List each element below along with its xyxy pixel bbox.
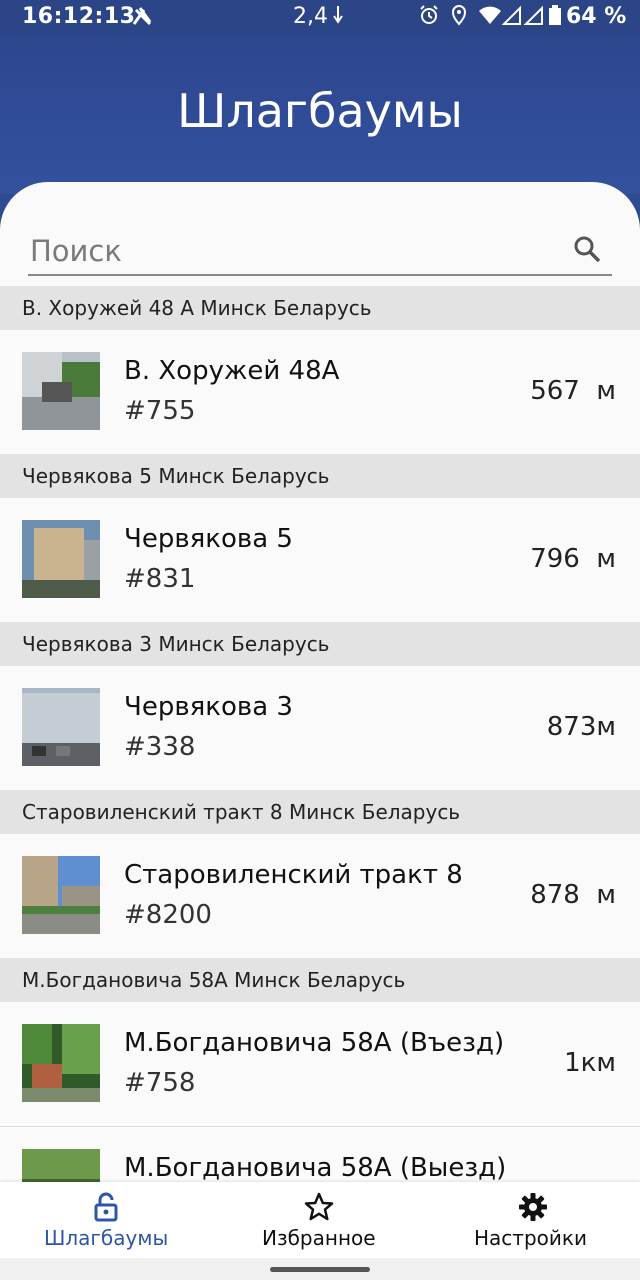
nav-settings-label: Настройки xyxy=(474,1226,587,1250)
item-distance: 1км xyxy=(564,1048,616,1078)
search-bar xyxy=(28,226,612,276)
app-header: Шлагбаумы xyxy=(0,34,640,194)
list-item[interactable]: В. Хоружей 48А #755 567 м xyxy=(0,330,640,454)
search-input[interactable] xyxy=(28,230,552,272)
item-number: #8200 xyxy=(124,900,212,930)
location-photo xyxy=(22,520,100,598)
location-photo xyxy=(22,856,100,934)
item-distance: 878 м xyxy=(530,880,616,910)
location-photo xyxy=(22,352,100,430)
item-name: М.Богдановича 58А (Выезд) xyxy=(124,1153,507,1182)
search-icon[interactable] xyxy=(572,234,602,264)
battery-icon xyxy=(548,4,562,32)
item-number: #338 xyxy=(124,732,196,762)
gear-icon xyxy=(518,1192,548,1222)
nav-favorites[interactable]: Избранное xyxy=(212,1182,426,1258)
item-name: Старовиленский тракт 8 xyxy=(124,860,463,890)
group-header: Старовиленский тракт 8 Минск Беларусь xyxy=(0,790,640,834)
status-bar: 16:12:13 2,4 64 % xyxy=(0,0,640,34)
page-title: Шлагбаумы xyxy=(177,84,463,138)
gesture-bar xyxy=(0,1258,640,1280)
list-item[interactable]: М.Богдановича 58А (Выезд) xyxy=(0,1127,640,1182)
nav-barriers-label: Шлагбаумы xyxy=(44,1226,169,1250)
item-distance: 873м xyxy=(546,712,616,742)
item-name: М.Богдановича 58А (Въезд) xyxy=(124,1028,505,1058)
list-item[interactable]: Старовиленский тракт 8 #8200 878 м xyxy=(0,834,640,958)
star-icon xyxy=(304,1192,334,1222)
item-name: В. Хоружей 48А xyxy=(124,356,340,386)
network-speed: 2,4 xyxy=(293,4,328,29)
item-distance: 567 м xyxy=(530,376,616,406)
nav-barriers[interactable]: Шлагбаумы xyxy=(0,1182,212,1258)
list-item[interactable]: М.Богдановича 58А (Въезд) #758 1км xyxy=(0,1002,640,1127)
battery-level: 64 % xyxy=(566,4,627,29)
group-header: Червякова 5 Минск Беларусь xyxy=(0,454,640,498)
item-number: #831 xyxy=(124,564,196,594)
alarm-icon xyxy=(418,4,440,32)
data-arrows-icon xyxy=(332,4,344,32)
location-icon xyxy=(450,4,468,32)
item-distance: 796 м xyxy=(530,544,616,574)
list-item[interactable]: Червякова 5 #831 796 м xyxy=(0,498,640,622)
item-number: #755 xyxy=(124,396,196,426)
nav-settings[interactable]: Настройки xyxy=(426,1182,640,1258)
group-header: Червякова 3 Минск Беларусь xyxy=(0,622,640,666)
item-name: Червякова 3 xyxy=(124,692,293,722)
list-item[interactable]: Червякова 3 #338 873м xyxy=(0,666,640,790)
lock-icon xyxy=(91,1192,121,1222)
status-time: 16:12:13 xyxy=(22,4,136,29)
barrier-list: В. Хоружей 48 А Минск Беларусь В. Хоруже… xyxy=(0,286,640,1182)
location-photo xyxy=(22,1024,100,1102)
bottom-navigation: Шлагбаумы Избранное Настройки xyxy=(0,1182,640,1258)
location-photo xyxy=(22,1149,100,1182)
item-number: #758 xyxy=(124,1068,196,1098)
signal-icon xyxy=(501,4,546,32)
nav-favorites-label: Избранное xyxy=(262,1226,376,1250)
content-sheet: В. Хоружей 48 А Минск Беларусь В. Хоруже… xyxy=(0,182,640,1182)
item-name: Червякова 5 xyxy=(124,524,293,554)
no-signal-icon xyxy=(130,4,156,34)
home-indicator[interactable] xyxy=(270,1267,370,1272)
group-header: В. Хоружей 48 А Минск Беларусь xyxy=(0,286,640,330)
location-photo xyxy=(22,688,100,766)
group-header: М.Богдановича 58А Минск Беларусь xyxy=(0,958,640,1002)
wifi-icon xyxy=(478,4,502,32)
